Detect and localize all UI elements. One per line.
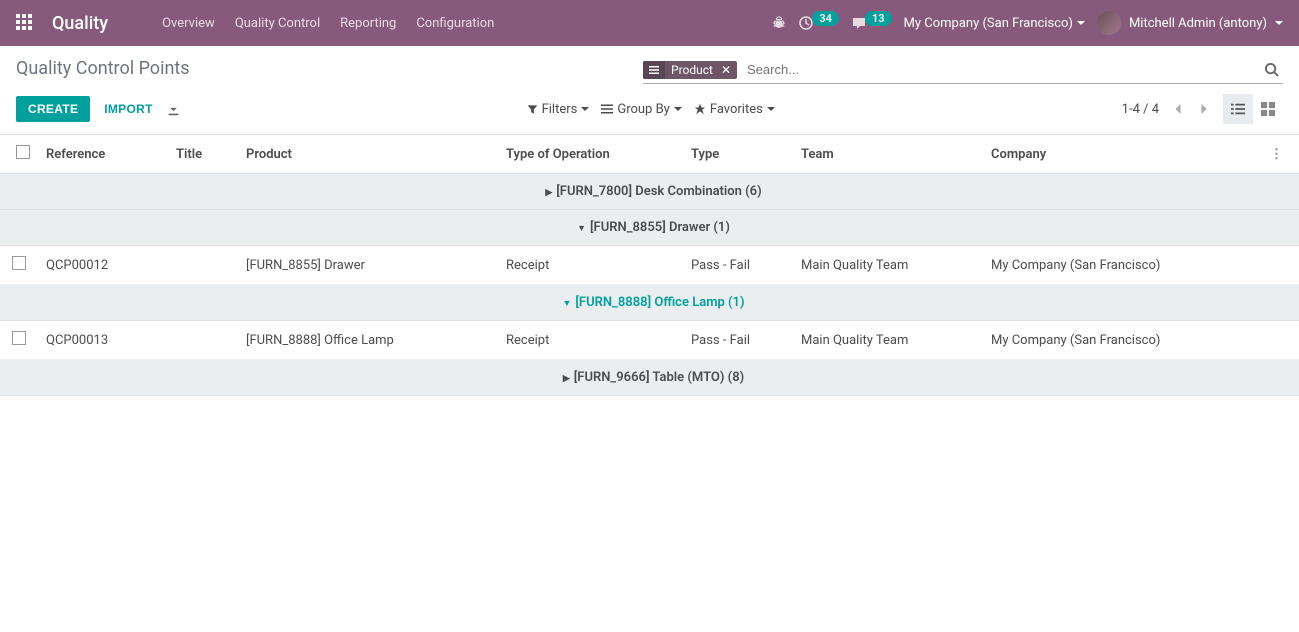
cell-operation: Receipt — [498, 246, 683, 285]
navbar-right: 34 13 My Company (San Francisco) Mitchel… — [772, 11, 1283, 35]
filters-dropdown[interactable]: Filters — [527, 102, 590, 117]
groupby-label: Group By — [617, 102, 670, 117]
cell-team: Main Quality Team — [793, 321, 983, 360]
app-brand[interactable]: Quality — [52, 13, 108, 34]
favorites-label: Favorites — [710, 102, 763, 117]
control-panel: Quality Control Points Product ✕ CREATE … — [0, 46, 1299, 134]
apps-icon[interactable] — [16, 14, 34, 32]
cell-type: Pass - Fail — [683, 246, 793, 285]
activity-badge: 34 — [812, 11, 839, 26]
pager-prev-icon[interactable] — [1169, 98, 1186, 121]
caret-right-icon: ▶ — [545, 188, 552, 198]
messages-badge: 13 — [865, 11, 892, 26]
pager-text: 1-4 / 4 — [1122, 102, 1159, 117]
cell-product: [FURN_8888] Office Lamp — [238, 321, 498, 360]
nav-link-configuration[interactable]: Configuration — [406, 0, 504, 46]
col-company[interactable]: Company — [983, 135, 1262, 174]
col-reference[interactable]: Reference — [38, 135, 168, 174]
download-icon[interactable] — [167, 102, 180, 117]
create-button[interactable]: CREATE — [16, 96, 90, 122]
import-button[interactable]: IMPORT — [104, 102, 152, 116]
list-icon — [643, 61, 665, 79]
search-input[interactable] — [743, 58, 1260, 81]
select-all-checkbox[interactable] — [16, 145, 30, 159]
caret-down-icon: ▼ — [577, 223, 586, 234]
nav-link-reporting[interactable]: Reporting — [330, 0, 406, 46]
row-checkbox[interactable] — [12, 331, 26, 345]
data-table: Reference Title Product Type of Operatio… — [0, 135, 1299, 396]
col-team[interactable]: Team — [793, 135, 983, 174]
funnel-icon — [527, 104, 538, 115]
cell-team: Main Quality Team — [793, 246, 983, 285]
group-label: [FURN_8888] Office Lamp (1) — [575, 295, 744, 310]
search-icon[interactable] — [1260, 62, 1283, 77]
pager-next-icon[interactable] — [1196, 98, 1213, 121]
col-type[interactable]: Type — [683, 135, 793, 174]
group-label: [FURN_8855] Drawer (1) — [590, 220, 730, 235]
nav-link-quality-control[interactable]: Quality Control — [225, 0, 330, 46]
avatar — [1097, 11, 1121, 35]
col-operation[interactable]: Type of Operation — [498, 135, 683, 174]
table-row[interactable]: QCP00013 [FURN_8888] Office LampReceiptPa… — [0, 321, 1299, 360]
caret-down-icon — [1077, 19, 1085, 27]
cell-product: [FURN_8855] Drawer — [238, 246, 498, 285]
list-icon — [601, 103, 613, 115]
search-facet-product: Product ✕ — [643, 61, 737, 79]
group-row[interactable]: ▶ [FURN_9666] Table (MTO) (8) — [0, 360, 1299, 396]
table-row[interactable]: QCP00012 [FURN_8855] DrawerReceiptPass - … — [0, 246, 1299, 285]
facet-label: Product — [665, 63, 719, 77]
user-label: Mitchell Admin (antony) — [1129, 16, 1267, 31]
cell-reference: QCP00012 — [38, 246, 168, 285]
caret-right-icon: ▶ — [563, 374, 570, 384]
nav-link-overview[interactable]: Overview — [152, 0, 225, 46]
star-icon — [694, 103, 706, 115]
column-options-icon[interactable]: ⋮ — [1270, 147, 1283, 162]
cell-reference: QCP00013 — [38, 321, 168, 360]
cell-company: My Company (San Francisco) — [983, 321, 1262, 360]
cell-company: My Company (San Francisco) — [983, 246, 1262, 285]
group-row[interactable]: ▼ [FURN_8855] Drawer (1) — [0, 210, 1299, 246]
cell-title — [168, 321, 238, 360]
group-label: [FURN_7800] Desk Combination (6) — [556, 184, 761, 199]
caret-down-icon — [674, 105, 682, 113]
nav-links: Overview Quality Control Reporting Confi… — [152, 0, 504, 46]
filters-label: Filters — [542, 102, 578, 117]
user-menu[interactable]: Mitchell Admin (antony) — [1097, 11, 1283, 35]
activity-indicator[interactable]: 34 — [798, 15, 839, 31]
kanban-view-icon[interactable] — [1253, 94, 1283, 124]
company-switcher[interactable]: My Company (San Francisco) — [904, 16, 1085, 31]
group-row[interactable]: ▼ [FURN_8888] Office Lamp (1) — [0, 285, 1299, 321]
search-bar[interactable]: Product ✕ — [643, 58, 1283, 84]
favorites-dropdown[interactable]: Favorites — [694, 102, 775, 117]
group-row[interactable]: ▶ [FURN_7800] Desk Combination (6) — [0, 174, 1299, 210]
col-product[interactable]: Product — [238, 135, 498, 174]
list-view: Reference Title Product Type of Operatio… — [0, 134, 1299, 396]
col-title[interactable]: Title — [168, 135, 238, 174]
list-view-icon[interactable] — [1223, 94, 1253, 124]
view-switcher — [1223, 94, 1283, 124]
caret-down-icon — [767, 105, 775, 113]
facet-remove-icon[interactable]: ✕ — [719, 63, 737, 77]
groupby-dropdown[interactable]: Group By — [601, 102, 682, 117]
caret-down-icon — [1275, 19, 1283, 27]
caret-down-icon — [581, 105, 589, 113]
messages-indicator[interactable]: 13 — [851, 15, 892, 31]
cell-operation: Receipt — [498, 321, 683, 360]
top-navbar: Quality Overview Quality Control Reporti… — [0, 0, 1299, 46]
cell-title — [168, 246, 238, 285]
bug-icon[interactable] — [772, 16, 786, 30]
caret-down-icon: ▼ — [562, 298, 571, 309]
breadcrumb: Quality Control Points — [16, 58, 190, 79]
company-label: My Company (San Francisco) — [904, 16, 1073, 31]
row-checkbox[interactable] — [12, 256, 26, 270]
group-label: [FURN_9666] Table (MTO) (8) — [574, 370, 744, 385]
cell-type: Pass - Fail — [683, 321, 793, 360]
